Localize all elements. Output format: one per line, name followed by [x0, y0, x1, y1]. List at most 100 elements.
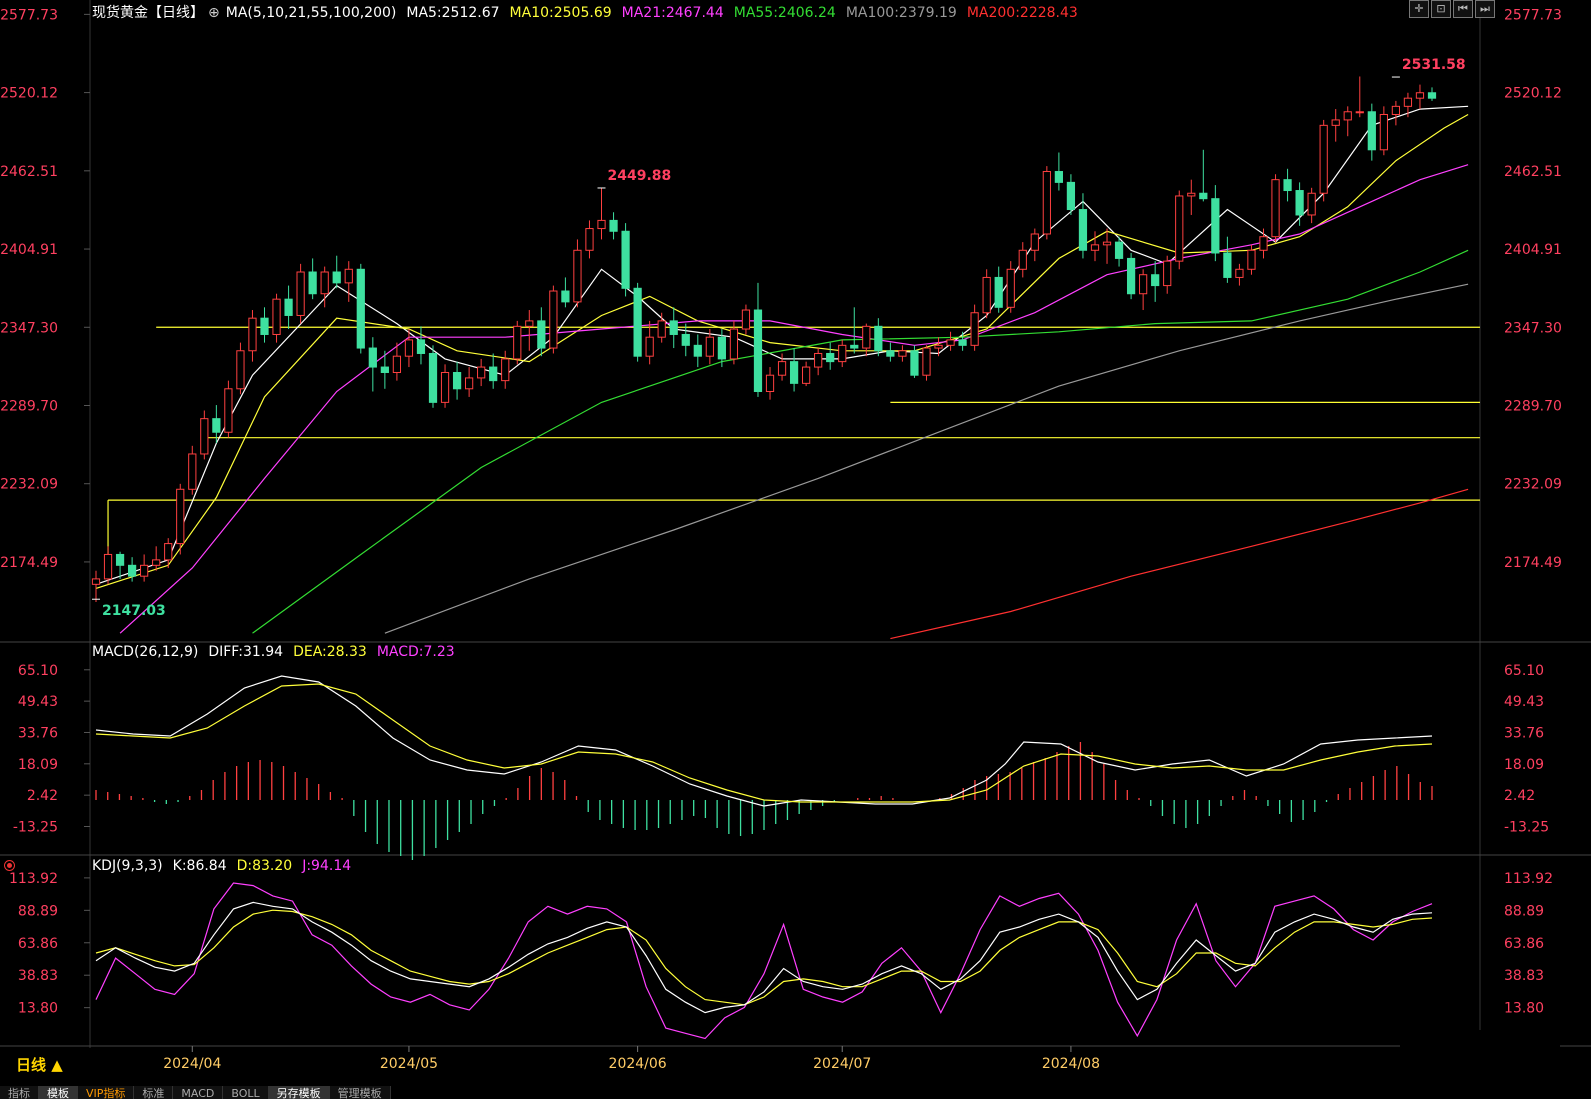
candle[interactable]	[1030, 228, 1039, 262]
candle[interactable]	[284, 285, 293, 330]
tab-template[interactable]: 模板	[39, 1086, 78, 1099]
candle[interactable]	[1415, 84, 1425, 110]
candle[interactable]	[994, 266, 1003, 313]
candle[interactable]	[1211, 185, 1220, 262]
candle[interactable]	[188, 445, 197, 495]
tab-vip-indicator[interactable]: VIP指标	[78, 1086, 135, 1099]
candle[interactable]	[669, 307, 678, 349]
candle[interactable]	[1042, 166, 1051, 240]
candle[interactable]	[1235, 263, 1244, 286]
candle[interactable]	[789, 348, 799, 392]
candle[interactable]	[1066, 174, 1076, 215]
candle[interactable]	[103, 546, 113, 585]
candlesticks[interactable]	[91, 76, 1437, 602]
candle[interactable]	[1187, 179, 1196, 215]
candle[interactable]	[368, 337, 377, 392]
candle[interactable]	[260, 307, 269, 343]
candle[interactable]	[561, 277, 570, 308]
candle[interactable]	[1223, 236, 1232, 283]
candle[interactable]	[332, 255, 341, 289]
period-button[interactable]: 日线 ▲	[8, 1053, 100, 1077]
candle[interactable]	[1018, 242, 1027, 278]
candle[interactable]	[1319, 119, 1328, 202]
candle[interactable]	[1331, 109, 1340, 142]
candle[interactable]	[176, 483, 185, 555]
candle[interactable]	[1054, 152, 1063, 191]
candle[interactable]	[296, 263, 305, 324]
candle[interactable]	[1199, 149, 1208, 202]
candle[interactable]	[765, 367, 775, 400]
candle[interactable]	[200, 410, 209, 460]
candle[interactable]	[1139, 269, 1148, 311]
first-page-icon[interactable]: ⏮	[1453, 0, 1473, 18]
candle[interactable]	[248, 310, 257, 362]
candle[interactable]	[452, 361, 462, 400]
candle[interactable]	[609, 212, 618, 240]
candle[interactable]	[356, 263, 365, 354]
candle[interactable]	[489, 353, 498, 389]
candle[interactable]	[681, 323, 690, 357]
candle[interactable]	[1367, 103, 1376, 161]
candle[interactable]	[1090, 231, 1100, 262]
candle[interactable]	[549, 285, 558, 354]
candle[interactable]	[1126, 252, 1136, 300]
candle[interactable]	[1307, 187, 1316, 224]
candle[interactable]	[1295, 182, 1304, 226]
candle[interactable]	[753, 282, 763, 397]
candle[interactable]	[826, 342, 835, 370]
candle[interactable]	[1271, 174, 1280, 243]
candle[interactable]	[236, 342, 245, 395]
tab-indicator[interactable]: 指标	[0, 1086, 39, 1099]
candle[interactable]	[982, 269, 991, 319]
candle[interactable]	[1343, 106, 1352, 137]
candle[interactable]	[585, 220, 594, 259]
candle[interactable]	[1151, 261, 1160, 302]
candle[interactable]	[958, 331, 967, 351]
last-page-icon[interactable]: ⏭	[1475, 0, 1495, 18]
tab-boll[interactable]: BOLL	[223, 1086, 269, 1099]
candle[interactable]	[1391, 100, 1401, 126]
candle[interactable]	[814, 348, 823, 376]
candle[interactable]	[344, 261, 353, 302]
candle[interactable]	[922, 345, 931, 381]
candle[interactable]	[838, 339, 847, 368]
candle[interactable]	[1175, 190, 1184, 270]
candle[interactable]	[621, 223, 630, 297]
candle[interactable]	[886, 342, 895, 362]
settings-icon[interactable]: ⊕	[208, 5, 220, 21]
candle[interactable]	[1259, 228, 1268, 259]
candle[interactable]	[741, 304, 751, 335]
candle[interactable]	[525, 310, 534, 351]
candle[interactable]	[440, 364, 450, 408]
candle[interactable]	[1163, 255, 1172, 294]
indicator-marker-icon[interactable]	[4, 860, 15, 871]
candle[interactable]	[272, 293, 281, 343]
candle[interactable]	[1427, 87, 1437, 101]
candle[interactable]	[1006, 261, 1015, 313]
candle[interactable]	[224, 380, 233, 438]
candle[interactable]	[874, 318, 883, 357]
candle[interactable]	[477, 358, 486, 387]
candle[interactable]	[802, 361, 811, 387]
candle[interactable]	[898, 345, 907, 362]
candle[interactable]	[1102, 228, 1112, 264]
candle[interactable]	[416, 326, 426, 365]
candle[interactable]	[1283, 168, 1292, 202]
candle[interactable]	[1355, 76, 1364, 118]
candle[interactable]	[693, 334, 702, 368]
tab-save-template[interactable]: 另存模板	[268, 1086, 330, 1099]
candle[interactable]	[164, 538, 173, 569]
candle[interactable]	[657, 312, 666, 343]
candle[interactable]	[91, 570, 101, 602]
candle[interactable]	[573, 239, 582, 308]
tab-standard[interactable]: 标准	[134, 1086, 174, 1099]
candle[interactable]	[597, 187, 606, 240]
candle[interactable]	[850, 307, 859, 354]
candle[interactable]	[501, 350, 510, 389]
tab-manage-template[interactable]: 管理模板	[329, 1086, 391, 1099]
candle[interactable]	[946, 331, 955, 351]
candle[interactable]	[308, 258, 317, 300]
candle[interactable]	[140, 554, 149, 582]
crosshair-icon[interactable]: ✛	[1409, 0, 1429, 18]
candle[interactable]	[1379, 106, 1388, 156]
